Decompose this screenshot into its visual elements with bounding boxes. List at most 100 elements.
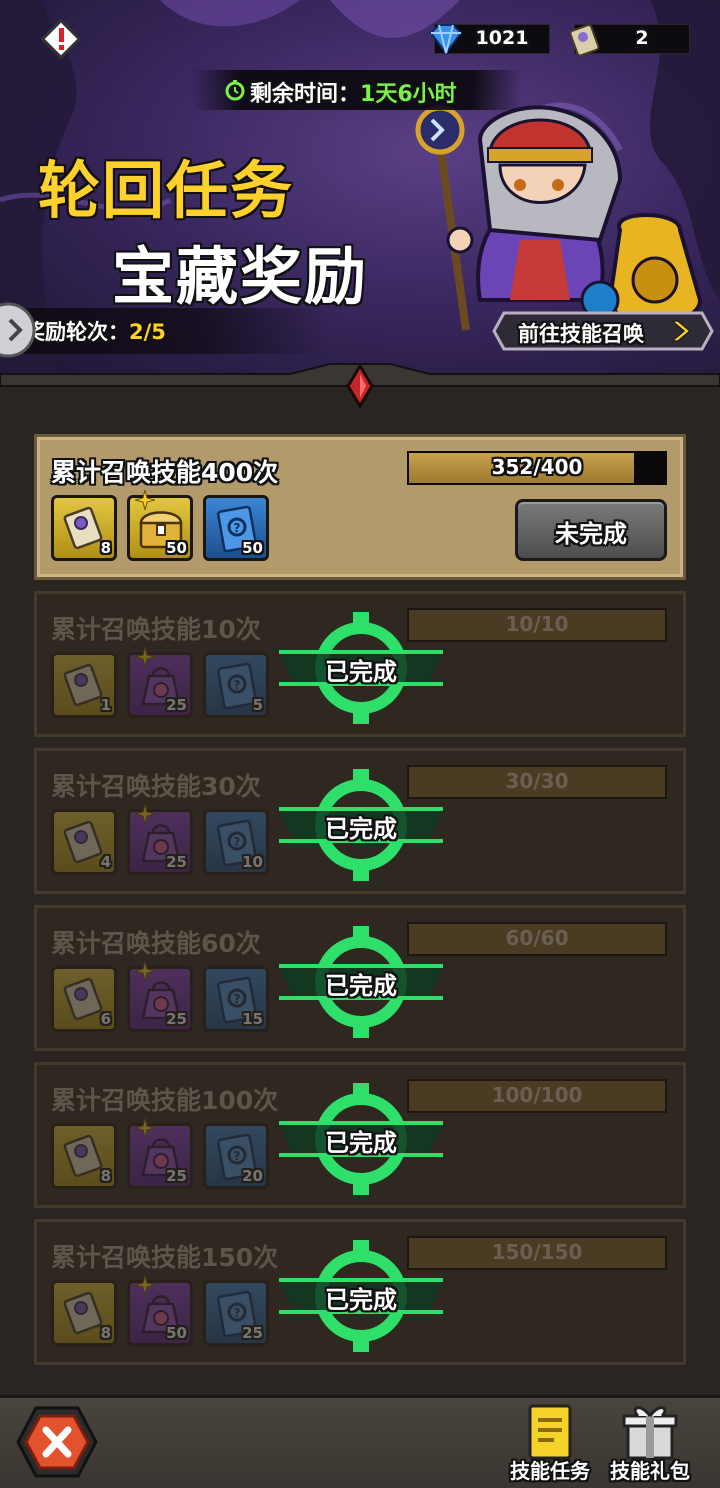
reward-item-scroll[interactable]: 8 [51, 495, 117, 561]
scroll-count: 2 [635, 27, 649, 49]
task-progress-bar: 150/150 [407, 1236, 667, 1270]
svg-text:?: ? [234, 678, 241, 692]
reward-item-card[interactable]: ? 5 [203, 652, 269, 718]
reward-quantity: 1 [100, 696, 111, 714]
timer-value: 1天6小时 [360, 82, 457, 107]
reward-item-card[interactable]: ? 15 [203, 966, 269, 1032]
task-name: 累计召唤技能400次 [51, 458, 279, 487]
completed-label: 已完成 [325, 658, 397, 686]
reward-quantity: 25 [166, 1167, 187, 1185]
reward-item-scroll[interactable]: 1 [51, 652, 117, 718]
reward-item-scroll[interactable]: 8 [51, 1123, 117, 1189]
svg-text:?: ? [234, 1149, 241, 1163]
reward-quantity: 6 [100, 1010, 111, 1028]
remaining-time: 剩余时间：1天6小时 [192, 70, 522, 110]
nav-skill-tasks-label: 技能任务 [510, 1459, 590, 1483]
reward-item-bag[interactable]: 25 [127, 804, 193, 875]
task-progress-text: 60/60 [505, 926, 569, 950]
reward-item-card[interactable]: ? 25 [203, 1280, 269, 1346]
timer-label: 剩余时间： [250, 82, 361, 107]
completed-stamp: 已完成 [279, 612, 443, 724]
task-name: 累计召唤技能30次 [51, 772, 261, 801]
gift-icon [622, 1406, 678, 1460]
task-card: 累计召唤技能100次 100/100 8 25? 20 已完成 [34, 1062, 686, 1208]
reward-quantity: 25 [166, 853, 187, 871]
alert-icon[interactable] [40, 18, 82, 60]
reward-quantity: 15 [242, 1010, 263, 1028]
reward-quantity: 25 [166, 696, 187, 714]
goto-skill-summon-button[interactable]: 前往技能召唤 [492, 311, 714, 351]
event-title: 轮回任务 [38, 154, 295, 227]
completed-stamp: 已完成 [279, 1240, 443, 1352]
task-progress-text: 10/10 [505, 612, 569, 636]
task-progress-text: 150/150 [491, 1240, 583, 1264]
side-expand-icon[interactable] [0, 300, 44, 360]
reward-item-card[interactable]: ? 50 [203, 495, 269, 561]
incomplete-button[interactable]: 未完成 [515, 499, 667, 561]
reward-item-bag[interactable]: 25 [127, 1118, 193, 1189]
reward-item-scroll[interactable]: 4 [51, 809, 117, 875]
reward-quantity: 25 [242, 1324, 263, 1342]
task-card: 累计召唤技能60次 60/60 6 25? 15 已完成 [34, 905, 686, 1051]
close-icon[interactable] [16, 1404, 98, 1480]
task-progress-text: 100/100 [491, 1083, 583, 1107]
nav-skill-tasks[interactable]: 技能任务 [500, 1402, 600, 1486]
completed-stamp: 已完成 [279, 1083, 443, 1195]
task-progress-bar: 352/400 [407, 451, 667, 485]
scroll-counter: 2 [569, 24, 690, 57]
reward-quantity: 50 [166, 1324, 187, 1342]
svg-text:?: ? [234, 992, 241, 1006]
reward-quantity: 50 [242, 539, 263, 557]
diamond-counter: 1021 [429, 24, 550, 55]
task-card: 累计召唤技能30次 30/30 4 25? 10 已完成 [34, 748, 686, 894]
reward-item-card[interactable]: ? 20 [203, 1123, 269, 1189]
reward-item-scroll[interactable]: 8 [51, 1280, 117, 1346]
reward-item-bag[interactable]: 25 [127, 961, 193, 1032]
skill-task-icon [528, 1404, 572, 1460]
reward-quantity: 8 [100, 1167, 111, 1185]
task-progress-bar: 60/60 [407, 922, 667, 956]
completed-label: 已完成 [325, 972, 397, 1000]
reward-round: 奖励轮次：2/5 [0, 300, 330, 360]
nav-skill-gift[interactable]: 技能礼包 [600, 1402, 700, 1486]
task-progress-text: 30/30 [505, 769, 569, 793]
task-name: 累计召唤技能10次 [51, 615, 261, 644]
reward-quantity: 10 [242, 853, 263, 871]
task-card: 累计召唤技能10次 10/10 1 25? 5 已完成 [34, 591, 686, 737]
diamond-count: 1021 [475, 27, 529, 49]
svg-text:?: ? [234, 521, 241, 535]
reward-quantity: 8 [100, 539, 111, 557]
reward-item-bag[interactable]: 50 [127, 1275, 193, 1346]
task-name: 累计召唤技能150次 [51, 1243, 279, 1272]
completed-stamp: 已完成 [279, 769, 443, 881]
banner-divider [0, 363, 720, 409]
task-progress-bar: 10/10 [407, 608, 667, 642]
incomplete-button-label: 未完成 [555, 520, 627, 548]
task-progress-bar: 30/30 [407, 765, 667, 799]
reward-item-chest[interactable]: 50 [127, 490, 193, 561]
svg-text:?: ? [234, 835, 241, 849]
reward-quantity: 50 [166, 539, 187, 557]
nav-skill-gift-label: 技能礼包 [610, 1459, 690, 1483]
reward-quantity: 8 [100, 1324, 111, 1342]
reward-quantity: 20 [242, 1167, 263, 1185]
task-card: 累计召唤技能400次 352/400 8 50? 50 未完成 [34, 434, 686, 580]
reward-quantity: 5 [252, 696, 263, 714]
reward-quantity: 4 [100, 853, 111, 871]
task-progress-bar: 100/100 [407, 1079, 667, 1113]
completed-label: 已完成 [325, 815, 397, 843]
task-name: 累计召唤技能100次 [51, 1086, 279, 1115]
task-name: 累计召唤技能60次 [51, 929, 261, 958]
completed-stamp: 已完成 [279, 926, 443, 1038]
task-progress-text: 352/400 [491, 455, 583, 479]
reward-item-card[interactable]: ? 10 [203, 809, 269, 875]
bottom-bar: 技能任务 技能礼包 [0, 1395, 720, 1488]
svg-text:?: ? [234, 1306, 241, 1320]
reward-item-bag[interactable]: 25 [127, 647, 193, 718]
task-card: 累计召唤技能150次 150/150 8 50? 25 已完成 [34, 1219, 686, 1365]
round-value: 2/5 [129, 320, 166, 344]
completed-label: 已完成 [325, 1286, 397, 1314]
event-banner: 1021 2 剩余时间：1天6小时 轮回任务 宝藏奖励 奖励轮次：2/5 前往技… [0, 0, 720, 380]
completed-label: 已完成 [325, 1129, 397, 1157]
reward-item-scroll[interactable]: 6 [51, 966, 117, 1032]
